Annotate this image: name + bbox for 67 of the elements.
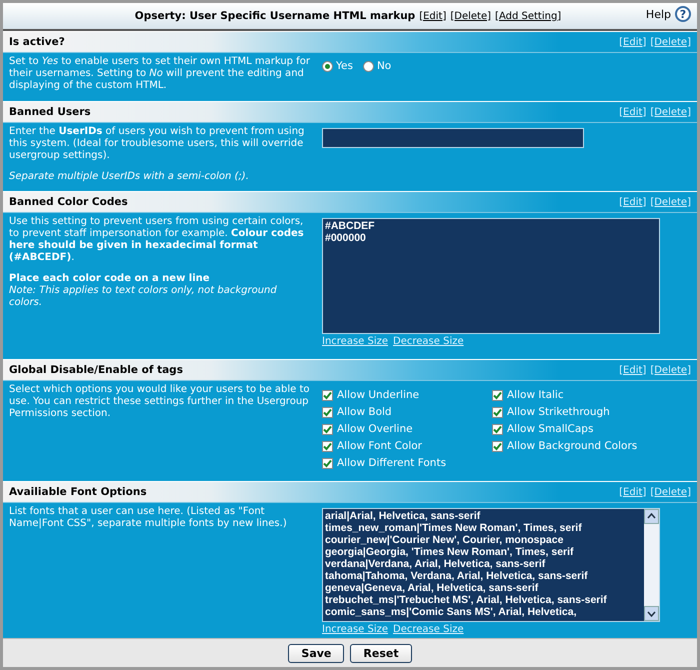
checkbox-option[interactable]: Allow Background Colors: [492, 440, 662, 452]
section-link[interactable]: [Edit]: [619, 36, 646, 48]
section-link[interactable]: [Edit]: [619, 196, 646, 208]
checkbox-label: Allow Strikethrough: [507, 406, 610, 418]
section-link[interactable]: [Delete]: [650, 196, 691, 208]
section-title: Banned Color Codes: [9, 196, 128, 208]
title-link[interactable]: [Delete]: [450, 10, 492, 22]
checkbox-label: Allow Overline: [337, 423, 413, 435]
section-link[interactable]: [Edit]: [619, 106, 646, 118]
checkbox[interactable]: [322, 406, 333, 418]
checkbox-option[interactable]: Allow Underline: [322, 389, 492, 401]
checkbox-label: Allow Font Color: [337, 440, 422, 452]
input-field[interactable]: [322, 128, 584, 148]
radio-option[interactable]: No: [362, 60, 392, 72]
textarea-field[interactable]: #ABCDEF #000000: [322, 218, 660, 334]
checkbox[interactable]: [322, 424, 333, 434]
checkbox-label: Allow Bold: [337, 406, 392, 418]
checkbox-option[interactable]: Allow SmallCaps: [492, 423, 662, 435]
checkbox-option[interactable]: Allow Overline: [322, 423, 492, 435]
help-icon[interactable]: ?: [675, 6, 691, 22]
resize-link[interactable]: Decrease Size: [393, 336, 464, 347]
checkbox-label: Allow SmallCaps: [507, 423, 594, 435]
description-text: Select which options you would like your users to be able to use. You can restrict these settings further in the Usergroup Permissions section.: [9, 384, 311, 420]
description-text: Set to Yes to enable users to set their own HTML markup for their usernames. Setting to No will prevent the editing and displaying of the custom HTML.: [9, 56, 311, 92]
description-text: Enter the UserIDs of users you wish to prevent from using this system. (Ideal for troublesome users, this will override usergroup settings).: [9, 126, 306, 162]
section-link[interactable]: [Edit]: [619, 364, 646, 376]
checkbox-option[interactable]: Allow Strikethrough: [492, 406, 662, 418]
title-link[interactable]: [Add Setting]: [495, 10, 562, 22]
checkbox-label: Allow Different Fonts: [337, 457, 446, 469]
section-link[interactable]: [Delete]: [650, 106, 691, 118]
checkbox[interactable]: [322, 458, 333, 468]
resize-link[interactable]: Increase Size: [322, 624, 388, 635]
section-link[interactable]: [Delete]: [650, 36, 691, 48]
section-link[interactable]: [Delete]: [650, 486, 691, 498]
checkbox-option[interactable]: Allow Italic: [492, 389, 662, 401]
checkbox-label: Allow Underline: [337, 389, 420, 401]
checkbox[interactable]: [492, 440, 503, 452]
checkbox[interactable]: [322, 440, 333, 452]
checkbox-label: Allow Background Colors: [507, 440, 638, 452]
section-title: Banned Users: [9, 106, 91, 118]
description-text: Separate multiple UserIDs with a semi-colon (;).: [9, 171, 250, 183]
checkbox[interactable]: [492, 390, 503, 400]
section-title: Availiable Font Options: [9, 486, 147, 498]
description-text: Use this setting to prevent users from using certain colors, to prevent staff impersonation for example. Colour codes here should be given in hexadecimal format (#ABCEDF).: [9, 216, 305, 264]
scrollbar[interactable]: [644, 509, 659, 621]
section-link[interactable]: [Edit]: [619, 486, 646, 498]
radio-option[interactable]: Yes: [322, 60, 353, 72]
description-text: Place each color code on a new line Note: This applies to text colors only, not background colors.: [9, 273, 278, 309]
checkbox[interactable]: [492, 406, 503, 418]
help-link[interactable]: Help: [646, 8, 671, 20]
description-text: List fonts that a user can use here. (Listed as "Font Name|Font CSS", separate multiple fonts by new lines.): [9, 506, 288, 530]
checkbox-label: Allow Italic: [507, 389, 564, 401]
section-link[interactable]: [Delete]: [650, 364, 691, 376]
checkbox[interactable]: [492, 424, 503, 434]
checkbox-option[interactable]: Allow Bold: [322, 406, 492, 418]
title-link[interactable]: [Edit]: [419, 10, 446, 22]
window-title: Opserty: User Specific Username HTML markup: [134, 10, 416, 22]
checkbox[interactable]: [322, 390, 333, 400]
checkbox-option[interactable]: Allow Font Color: [322, 440, 492, 452]
section-title: Global Disable/Enable of tags: [9, 364, 183, 376]
form-button[interactable]: Reset: [350, 644, 412, 662]
section-title: Is active?: [9, 36, 65, 48]
resize-link[interactable]: Decrease Size: [393, 624, 464, 635]
resize-link[interactable]: Increase Size: [322, 336, 388, 347]
textarea-field[interactable]: arial|Arial, Helvetica, sans-serif times_new_roman|'Times New Roman', Times, serif courier_new|'Courier New', Courier, monospace georgia|Georgia, 'Times New Roman', Times, serif verdana|Verdana, Arial, Helvetica, sans-serif tahoma|Tahoma, Verdana, Arial, Helvetica, sans-serif geneva|Geneva, Arial, Helvetica, sans-serif trebuchet_ms|'Trebuchet MS', Arial, Helvetica, sans-serif comic_sans_ms|'Comic Sans MS', Arial, Helvetica,: [322, 508, 660, 622]
form-button[interactable]: Save: [288, 644, 344, 662]
checkbox-option[interactable]: Allow Different Fonts: [322, 457, 492, 469]
